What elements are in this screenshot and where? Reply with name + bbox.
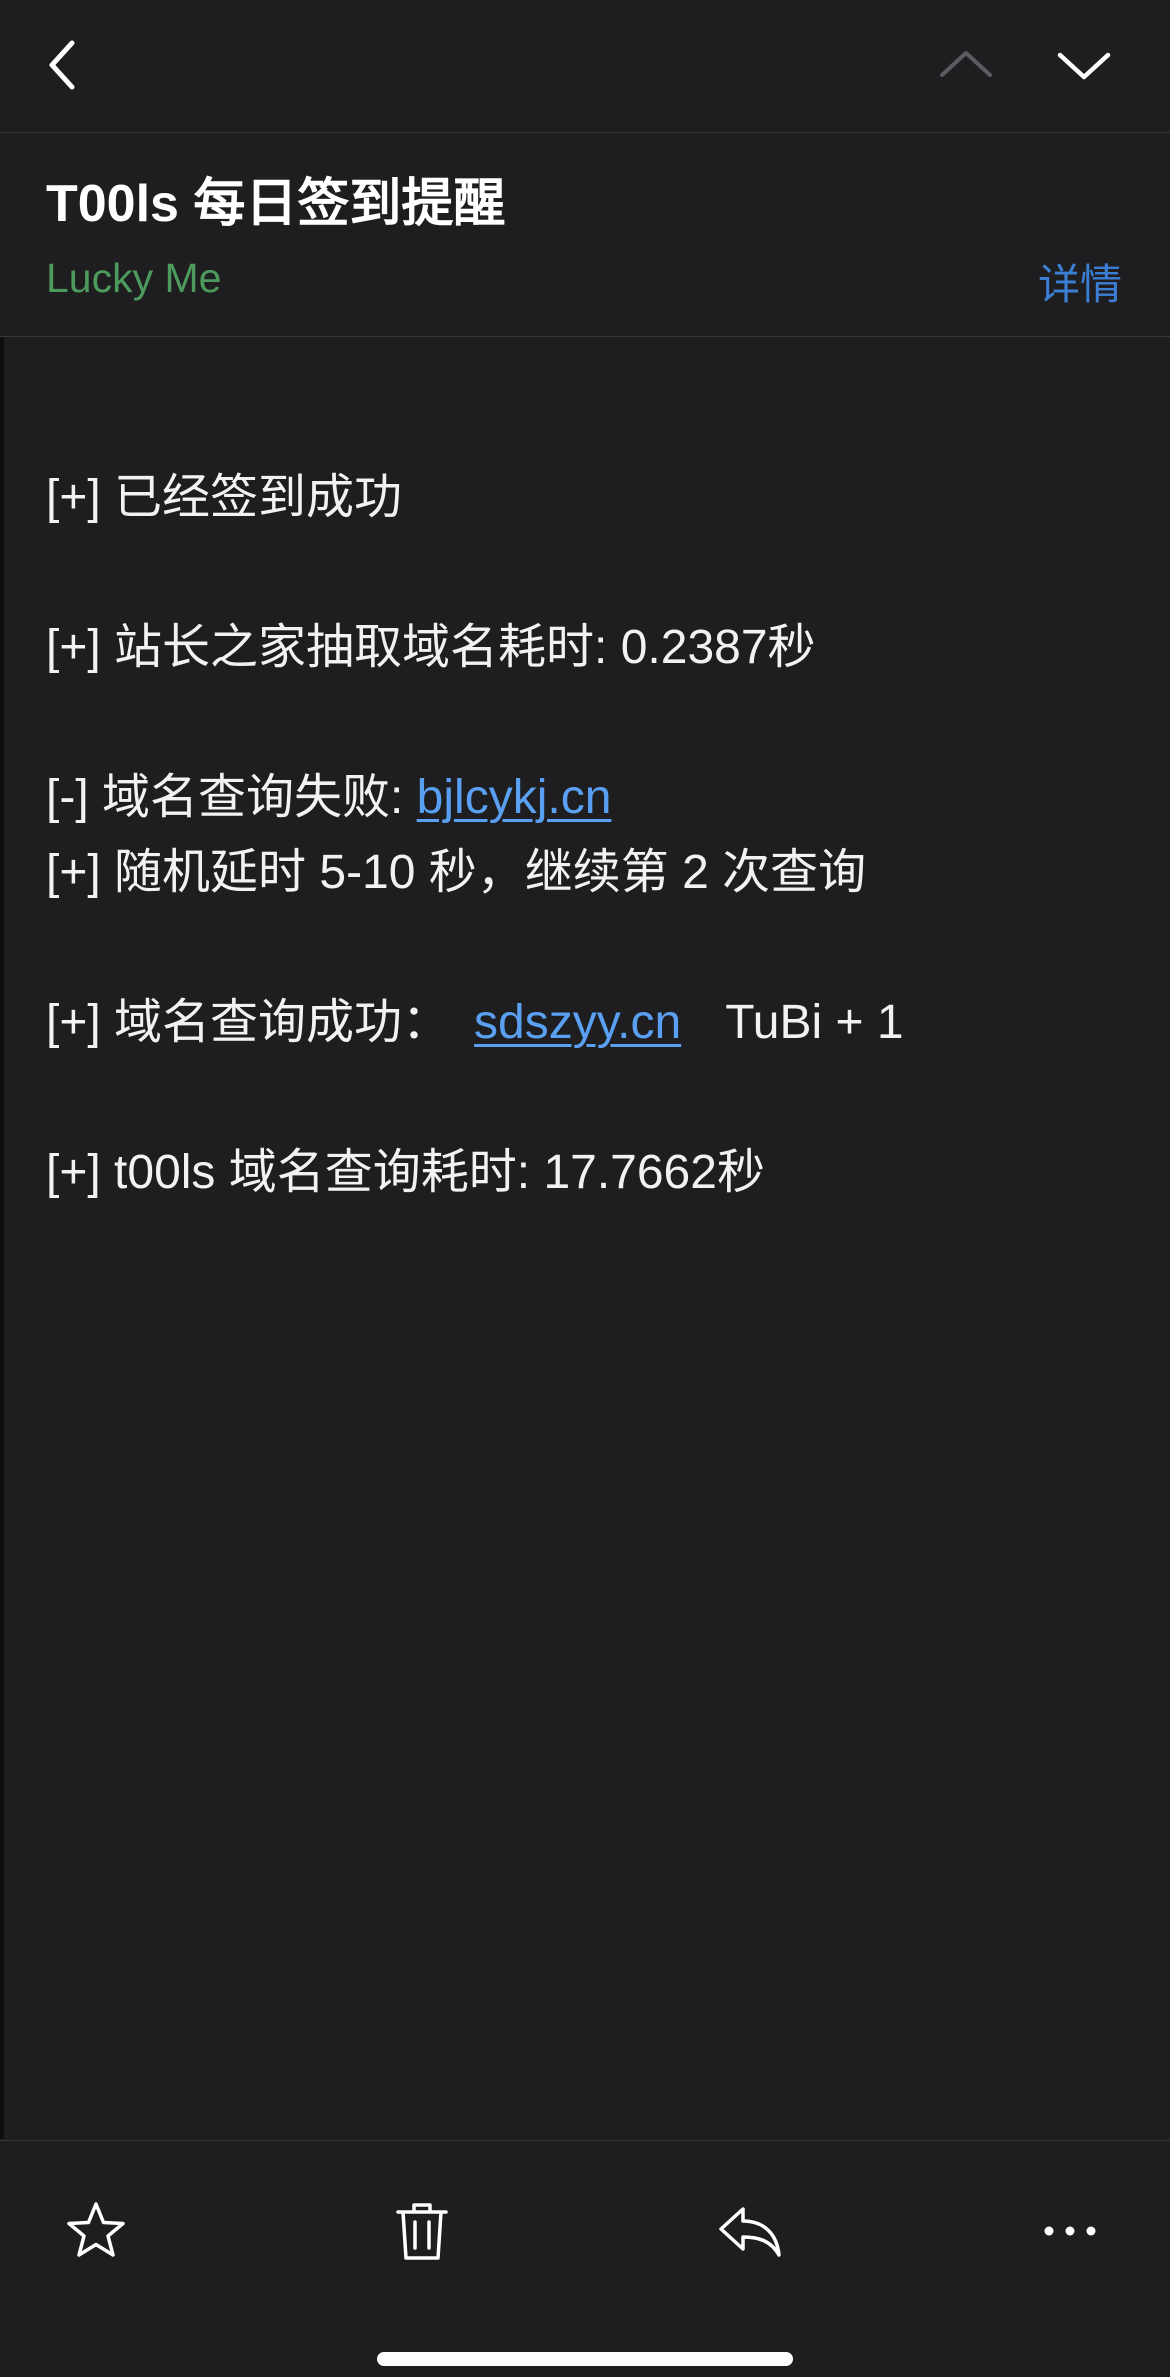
star-icon: [67, 2202, 125, 2257]
chevron-up-icon: [940, 51, 992, 77]
reply-button[interactable]: [700, 2181, 800, 2281]
more-icon: [1044, 2226, 1096, 2236]
back-button[interactable]: [22, 25, 102, 105]
domain-link[interactable]: bjlcykj.cn: [417, 771, 612, 824]
chevron-down-icon: [1057, 52, 1111, 80]
home-indicator[interactable]: [377, 2352, 793, 2366]
sender-name[interactable]: Lucky Me: [46, 255, 221, 302]
domain-link[interactable]: sdszyy.cn: [474, 996, 681, 1049]
bottom-toolbar: [0, 2140, 1170, 2377]
more-button[interactable]: [1020, 2181, 1120, 2281]
body-line: [+] t00ls 域名查询耗时: 17.7662秒: [46, 1146, 765, 1199]
body-line: [-] 域名查询失败: bjlcykj.cn: [46, 757, 611, 827]
message-body: [+] 已经签到成功 [+] 站长之家抽取域名耗时: 0.2387秒 [-] 域…: [0, 337, 1170, 2139]
body-line: [+] 已经签到成功: [46, 471, 403, 524]
tubi-reward: TuBi + 1: [725, 996, 904, 1049]
body-text: [-] 域名查询失败:: [46, 771, 417, 824]
previous-message-button[interactable]: [926, 25, 1006, 105]
chevron-left-icon: [49, 40, 75, 90]
next-message-button[interactable]: [1044, 25, 1124, 105]
top-nav-bar: [0, 0, 1170, 133]
details-link[interactable]: 详情: [1038, 251, 1122, 312]
star-button[interactable]: [46, 2181, 146, 2281]
body-line: [+] 域名查询成功： sdszyy.cn TuBi + 1: [46, 982, 904, 1052]
reply-icon: [719, 2207, 781, 2257]
delete-button[interactable]: [372, 2181, 472, 2281]
trash-icon: [396, 2203, 448, 2260]
body-line: [+] 站长之家抽取域名耗时: 0.2387秒: [46, 621, 816, 674]
message-header: T00ls 每日签到提醒 Lucky Me 详情: [0, 133, 1170, 337]
body-line: [+] 随机延时 5-10 秒，继续第 2 次查询: [46, 846, 867, 899]
mail-app: T00ls 每日签到提醒 Lucky Me 详情 [+] 已经签到成功 [+] …: [0, 0, 1170, 2377]
body-text: [+] 域名查询成功：: [46, 996, 451, 1049]
message-subject: T00ls 每日签到提醒: [46, 175, 506, 233]
